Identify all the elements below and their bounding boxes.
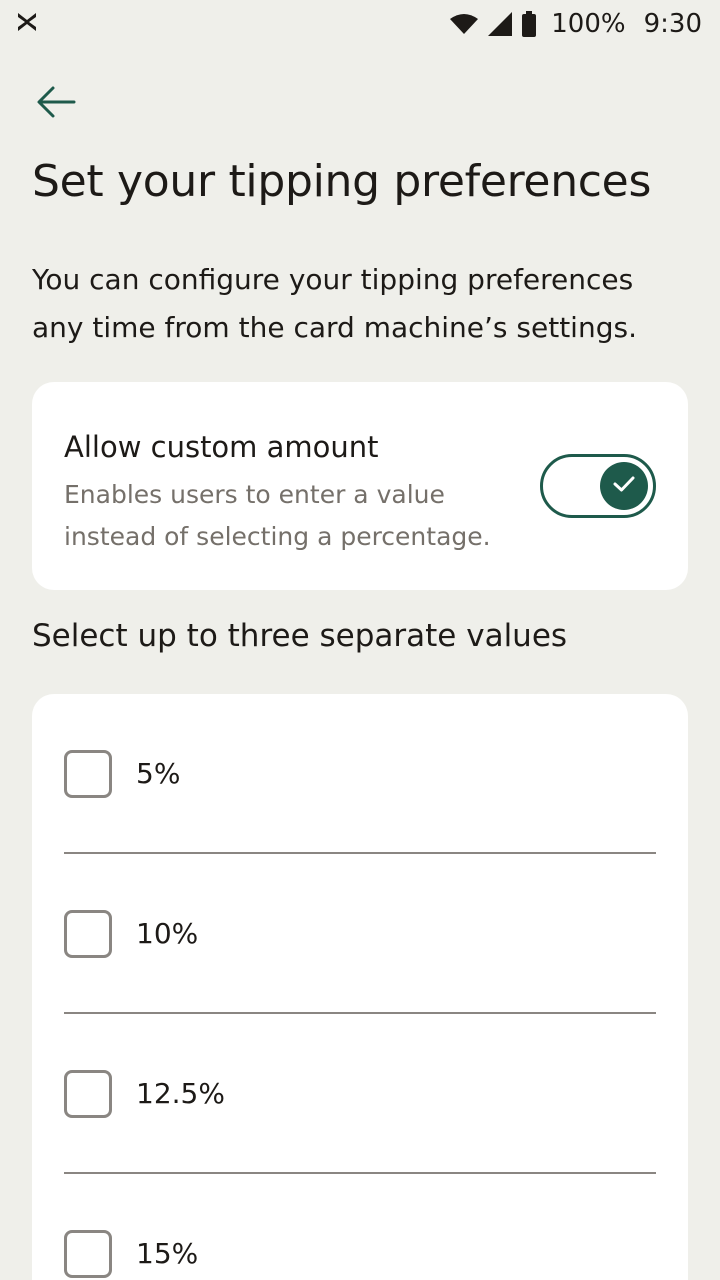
checkbox[interactable] [64, 750, 112, 798]
custom-amount-description: Enables users to enter a value instead o… [64, 480, 491, 551]
page-title: Set your tipping preferences [32, 156, 652, 207]
option-label: 10% [136, 917, 199, 950]
checkbox[interactable] [64, 1230, 112, 1278]
app-logo-icon [16, 11, 38, 37]
option-label: 5% [136, 757, 181, 790]
battery-percent: 100% [551, 9, 626, 39]
custom-amount-toggle[interactable] [540, 454, 656, 518]
back-button[interactable] [36, 80, 92, 128]
tip-values-card: 5% 10% 12.5% 15% [32, 694, 688, 1280]
status-indicators: 100% 9:30 [449, 9, 702, 39]
checkbox[interactable] [64, 910, 112, 958]
toggle-thumb [600, 462, 648, 510]
custom-amount-card: Allow custom amount Enables users to ent… [32, 382, 688, 590]
arrow-left-icon [36, 85, 76, 123]
page-description: You can configure your tipping preferenc… [32, 263, 637, 344]
battery-icon [521, 11, 537, 37]
status-bar: 100% 9:30 [0, 0, 720, 48]
check-icon [612, 474, 636, 498]
signal-icon [487, 11, 513, 37]
checkbox[interactable] [64, 1070, 112, 1118]
option-label: 12.5% [136, 1077, 225, 1110]
wifi-icon [449, 12, 479, 36]
values-section-label: Select up to three separate values [32, 618, 568, 654]
option-label: 15% [136, 1237, 199, 1270]
clock: 9:30 [643, 9, 702, 39]
tip-option-15[interactable]: 15% [64, 1174, 656, 1280]
tip-option-5[interactable]: 5% [64, 694, 656, 854]
tip-option-10[interactable]: 10% [64, 854, 656, 1014]
custom-amount-title: Allow custom amount [64, 430, 379, 464]
tip-option-12-5[interactable]: 12.5% [64, 1014, 656, 1174]
